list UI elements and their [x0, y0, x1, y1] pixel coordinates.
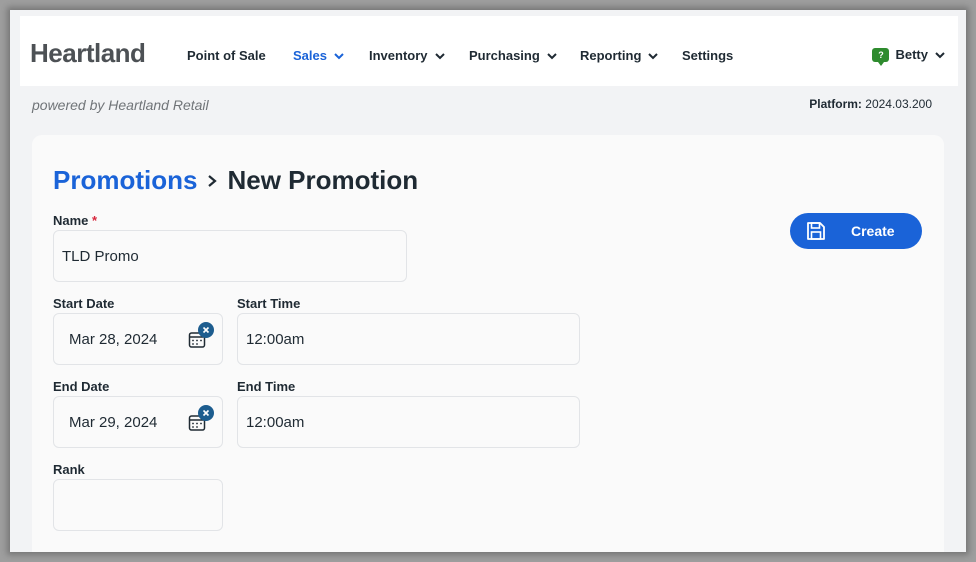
clear-x-icon[interactable] [198, 322, 214, 338]
user-menu[interactable]: ? Betty [872, 47, 946, 66]
nav-reporting[interactable]: Reporting [580, 48, 659, 63]
create-button[interactable]: Create [790, 213, 922, 249]
end-date-value: Mar 29, 2024 [69, 413, 158, 431]
platform-version-value: 2024.03.200 [865, 97, 932, 111]
start-date-value: Mar 28, 2024 [69, 330, 158, 348]
floppy-disk-icon [807, 222, 825, 240]
end-time-input[interactable]: 12:00am [237, 396, 580, 448]
user-name: Betty [895, 47, 928, 62]
top-nav-bar: Heartland Point of Sale Sales Inventory … [20, 16, 958, 86]
promotion-form-card: Promotions New Promotion Name * TLD Prom… [32, 135, 944, 552]
chevron-down-icon [935, 51, 945, 58]
end-date-label: End Date [53, 379, 110, 394]
nav-inventory[interactable]: Inventory [369, 48, 446, 63]
nav-label: Reporting [580, 48, 642, 63]
nav-point-of-sale[interactable]: Point of Sale [187, 48, 266, 63]
app-window: Heartland Point of Sale Sales Inventory … [10, 10, 966, 552]
start-date-label: Start Date [53, 296, 115, 311]
nav-label: Settings [682, 48, 734, 63]
page-title: New Promotion [227, 165, 419, 195]
start-date-input[interactable]: Mar 28, 2024 [53, 313, 223, 365]
start-time-input[interactable]: 12:00am [237, 313, 580, 365]
rank-input[interactable] [53, 479, 223, 531]
end-time-value: 12:00am [246, 413, 305, 431]
chevron-down-icon [648, 52, 659, 59]
platform-version: Platform: 2024.03.200 [809, 97, 932, 111]
nav-sales[interactable]: Sales [293, 48, 345, 63]
name-input[interactable]: TLD Promo [53, 230, 407, 282]
heartland-logo[interactable]: Heartland [30, 38, 146, 69]
chevron-right-icon [208, 174, 218, 187]
create-button-label: Create [851, 223, 895, 239]
name-label: Name * [53, 213, 97, 228]
end-date-input[interactable]: Mar 29, 2024 [53, 396, 223, 448]
nav-purchasing[interactable]: Purchasing [469, 48, 558, 63]
nav-label: Purchasing [469, 48, 540, 63]
help-chat-icon[interactable]: ? [872, 47, 890, 66]
nav-label: Inventory [369, 48, 428, 63]
breadcrumb: Promotions New Promotion [53, 165, 418, 196]
clear-x-glyph [202, 326, 210, 334]
platform-label: Platform: [809, 97, 862, 111]
end-time-label: End Time [237, 379, 296, 394]
nav-label: Point of Sale [187, 48, 266, 63]
clear-x-icon[interactable] [198, 405, 214, 421]
name-input-value: TLD Promo [62, 247, 139, 265]
chevron-down-icon [334, 52, 344, 59]
powered-by-text: powered by Heartland Retail [32, 97, 209, 113]
start-time-label: Start Time [237, 296, 301, 311]
chevron-down-icon [434, 52, 445, 59]
chevron-down-icon [547, 52, 557, 59]
nav-label: Sales [293, 48, 327, 63]
name-label-text: Name [53, 213, 89, 228]
clear-x-glyph [202, 409, 210, 417]
breadcrumb-promotions-link[interactable]: Promotions [53, 165, 197, 196]
start-time-value: 12:00am [246, 330, 305, 348]
rank-label: Rank [53, 462, 85, 477]
nav-settings[interactable]: Settings [682, 48, 733, 63]
required-marker: * [92, 213, 98, 228]
